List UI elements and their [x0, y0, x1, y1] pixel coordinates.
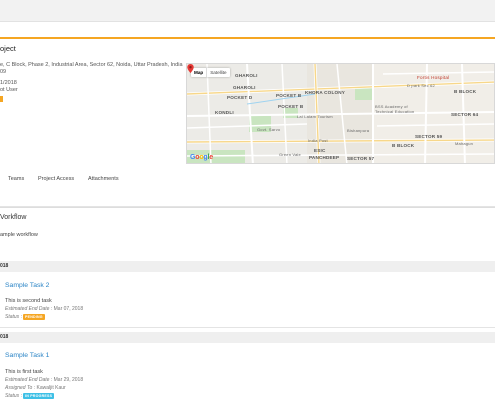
divider — [0, 206, 495, 207]
map-label-khora-colony: KHORA COLONY — [305, 90, 345, 95]
map-label-b-block-2: B BLOCK — [392, 143, 415, 148]
location-pin-icon[interactable] — [187, 64, 194, 73]
map-label-gharoli: GHAROLI — [235, 73, 258, 78]
map-label-sector-64: SECTOR 64 — [451, 112, 479, 117]
map-label-panchdeep: PANCHDEEP — [309, 155, 340, 160]
map-label-pocket-b: POCKET B — [276, 93, 302, 98]
task-end-date-value: Mar 07, 2018 — [53, 306, 84, 312]
map-label-pocket-b-2: POCKET B — [278, 104, 304, 109]
map-label-pocket-d: POCKET D — [227, 95, 253, 100]
workflow-description: ample workflow — [0, 232, 38, 238]
map-label-b-block: B BLOCK — [454, 89, 477, 94]
task-date-header-label: 018 — [0, 263, 9, 269]
project-user: ot User — [0, 87, 18, 93]
task-description: This is first task — [5, 369, 43, 375]
task-end-date-value: Mar 29, 2018 — [53, 377, 84, 383]
project-address: e, C Block, Phase 2, Industrial Area, Se… — [0, 62, 183, 68]
map-label-d-park: D park Sec 62 — [407, 83, 435, 88]
map-label-lal-tourism: Lal Lalam Tourism — [297, 114, 333, 119]
project-tabs: Teams Project Access Attachments — [0, 171, 495, 191]
task-end-date: Estimated End Date : Mar 07, 2018 — [5, 306, 84, 312]
task-description: This is second task — [5, 298, 52, 304]
map-label-sector-59: SECTOR 59 — [415, 134, 443, 139]
task-status: Status : — [5, 393, 22, 399]
task-title-link[interactable]: Sample Task 1 — [5, 352, 49, 359]
map-label-bishanpura: Bishanpura — [347, 128, 370, 133]
task-assignee: Assigned To : Kawaljit Kaur — [5, 385, 66, 391]
map-label-fortis: Fortis Hospital — [417, 75, 450, 80]
task-status-label: Status — [5, 314, 20, 320]
task-assignee-value: Kawaljit Kaur — [36, 385, 66, 391]
task-date-header: 018 — [0, 332, 495, 343]
task-title-link[interactable]: Sample Task 2 — [5, 282, 49, 289]
project-date: 1/2018 — [0, 80, 17, 86]
status-badge: PENDING — [23, 314, 45, 320]
task-status-label: Status — [5, 393, 20, 399]
location-map[interactable]: Map Satellite GHAROLI GHAROLI POCKET D P… — [186, 63, 495, 164]
task-date-header: 018 — [0, 261, 495, 272]
project-zip: 09 — [0, 69, 7, 75]
project-status-chip — [0, 96, 3, 102]
task-end-date: Estimated End Date : Mar 29, 2018 — [5, 377, 84, 383]
status-badge: IN PROGRESS — [23, 393, 55, 399]
project-title: oject — [0, 44, 16, 53]
map-type-control[interactable]: Map Satellite — [191, 68, 230, 77]
map-label-mahagun: Mahagun — [455, 141, 474, 146]
workflow-title: Vorkflow — [0, 214, 27, 221]
map-label-esic: ESIC — [314, 148, 326, 153]
map-label-technical: Technical Education — [375, 109, 415, 114]
google-logo: Google — [190, 154, 213, 161]
task-assignee-label: Assigned To — [5, 385, 33, 391]
task-end-date-label: Estimated End Date — [5, 306, 50, 312]
tab-project-access[interactable]: Project Access — [38, 176, 74, 182]
map-label-india-post: India Post — [308, 138, 328, 143]
task-date-header-label: 018 — [0, 334, 9, 340]
top-navigation-bar — [0, 0, 495, 22]
task-end-date-label: Estimated End Date — [5, 377, 50, 383]
map-type-satellite[interactable]: Satellite — [207, 68, 229, 77]
map-label-kondli: KONDLI — [215, 110, 234, 115]
tab-teams[interactable]: Teams — [8, 176, 24, 182]
tab-attachments[interactable]: Attachments — [88, 176, 119, 182]
map-label-govt-school: Govt. Sarvo — [257, 127, 281, 132]
divider — [0, 327, 495, 328]
task-status: Status : — [5, 314, 22, 320]
map-label-green-vale: Green Vale — [279, 152, 301, 157]
map-label-gharoli-2: GHAROLI — [233, 85, 256, 90]
map-label-sector-57: SECTOR 57 — [347, 156, 375, 161]
